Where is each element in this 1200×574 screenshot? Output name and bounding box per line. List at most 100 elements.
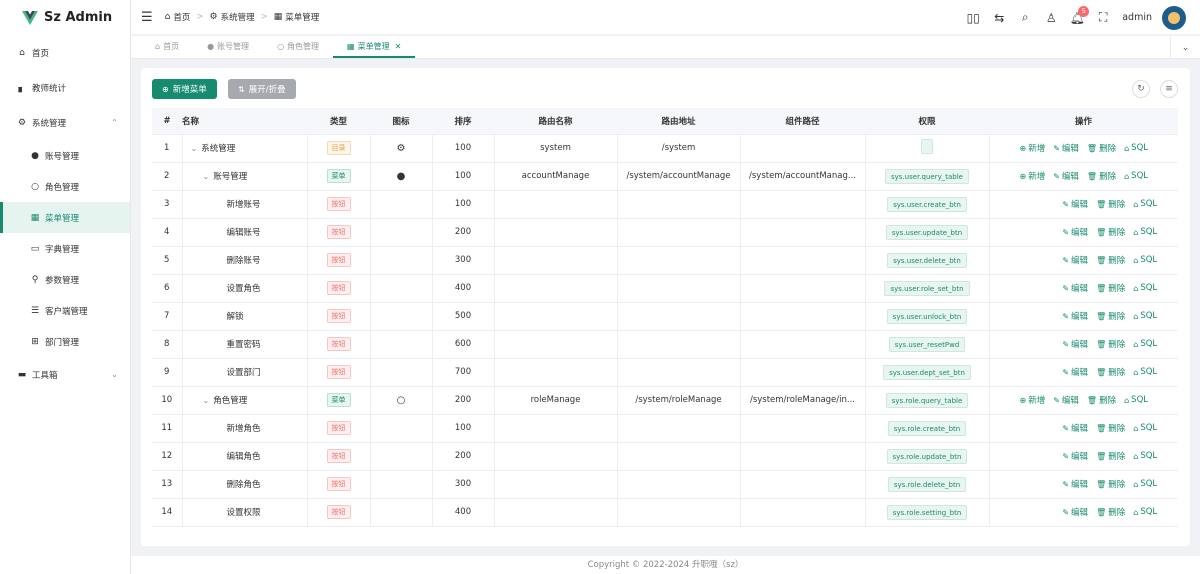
sidebar-item[interactable]: ▖ 教师统计 [0,70,130,105]
edit-button[interactable]: ✎ 编辑 [1062,450,1088,463]
sql-button[interactable]: ⌂ SQL [1133,198,1157,210]
translate-icon[interactable]: ⇆ [986,8,1012,28]
tab-account[interactable]: ● 账号管理 [193,35,263,58]
fullscreen-icon[interactable]: ⛶ [1090,8,1116,28]
sql-button[interactable]: ⌂ SQL [1133,282,1157,294]
sidebar-menu: ⌂ 首页 ▖ 教师统计 ⚙ 系统管理 ⌃ ● 账号管理 ○ 角色管理 ▦ 菜单管理 ▭ 字典管理 ⚲ 参数管理 ☰… [0,35,130,392]
tab-role[interactable]: ○ 角色管理 [263,35,333,58]
sidebar-item[interactable]: ▦ 菜单管理 [0,202,130,233]
chevron-down-icon[interactable]: ⌄ [191,144,198,153]
app-logo[interactable]: Sz Admin [0,0,130,35]
sql-button[interactable]: ⌂ SQL [1133,338,1157,350]
sql-button[interactable]: ⌂ SQL [1133,310,1157,322]
menu-name: 编辑角色 [226,452,261,462]
edit-button[interactable]: ✎ 编辑 [1062,422,1088,435]
permission-tag: sys.user_resetPwd [888,336,966,352]
gear-icon: ⚙ [396,142,406,154]
tab-menu[interactable]: ▦ 菜单管理 ✕ [333,35,416,58]
edit-button[interactable]: ✎ 编辑 [1062,506,1089,519]
sql-button[interactable]: ⌂ SQL [1133,226,1157,238]
cell-index: 8 [152,330,183,359]
menu-name: 解锁 [226,312,244,322]
cell-permission: sys.user.dept_set_btn [865,358,990,387]
action-label: 编辑 [1071,480,1089,490]
add-button[interactable]: ⊕ 新增 [1019,170,1045,183]
cell-sort: 100 [432,414,495,443]
refresh-icon[interactable]: ↻ [1132,80,1150,98]
delete-button[interactable]: 🗑︎ 删除 [1096,506,1125,519]
edit-button[interactable]: ✎ 编辑 [1062,478,1089,491]
menu-name: 设置权限 [226,508,261,518]
sidebar-item[interactable]: ▬ 工具箱 ⌄ [0,357,130,392]
action-label: 编辑 [1071,508,1089,518]
table-row: 14 设置权限 按钮 400 sys.role.setting_btn ✎ 编辑 🗑︎ 删除 ⌂ S… [152,498,1178,527]
cell-sort: 400 [432,274,495,303]
sidebar-item[interactable]: ⊞ 部门管理 [0,326,130,357]
delete-button[interactable]: 🗑︎ 删除 [1096,198,1125,211]
tab-home[interactable]: ⌂ 首页 [141,35,193,58]
delete-button[interactable]: 🗑︎ 删除 [1096,478,1125,491]
delete-button[interactable]: 🗑︎ 删除 [1096,366,1125,379]
edit-button[interactable]: ✎ 编辑 [1062,282,1088,295]
edit-button[interactable]: ✎ 编辑 [1053,142,1079,155]
action-label: 编辑 [1061,396,1079,406]
edit-button[interactable]: ✎ 编辑 [1062,226,1088,239]
sql-button[interactable]: ⌂ SQL [1133,506,1157,518]
delete-button[interactable]: 🗑︎ 删除 [1086,394,1116,407]
delete-button[interactable]: 🗑︎ 删除 [1096,282,1125,295]
breadcrumb-item[interactable]: 系统管理 [221,11,255,23]
expand-collapse-button[interactable]: ⇅ 展开/折叠 [228,79,296,99]
sql-button[interactable]: ⌂ SQL [1133,478,1157,490]
delete-button[interactable]: 🗑︎ 删除 [1096,338,1125,351]
delete-button[interactable]: 🗑︎ 删除 [1096,422,1125,435]
sidebar-item[interactable]: ☰ 客户端管理 [0,295,130,326]
sql-icon: ⌂ [1133,507,1139,517]
sql-button[interactable]: ⌂ SQL [1124,170,1148,182]
sidebar-item[interactable]: ⚙ 系统管理 ⌃ [0,105,130,140]
sql-button[interactable]: ⌂ SQL [1124,394,1148,406]
theme-shirt-icon[interactable]: ♙ [1038,8,1064,28]
sidebar-item[interactable]: ○ 角色管理 [0,171,130,202]
sql-icon: ⌂ [1133,339,1139,349]
avatar[interactable] [1162,5,1186,30]
chevron-down-icon[interactable]: ⌄ [203,396,210,405]
delete-button[interactable]: 🗑︎ 删除 [1086,142,1116,155]
bell-icon[interactable]: 🔔︎ 5 [1064,5,1090,28]
edit-button[interactable]: ✎ 编辑 [1062,366,1088,379]
delete-button[interactable]: 🗑︎ 删除 [1096,226,1125,239]
add-button[interactable]: ⊕ 新增 [1019,142,1045,155]
delete-button[interactable]: 🗑︎ 删除 [1096,450,1125,463]
sql-button[interactable]: ⌂ SQL [1133,450,1157,462]
delete-button[interactable]: 🗑︎ 删除 [1087,170,1116,183]
menu-toggle-icon[interactable]: ☰ [141,10,153,25]
chevron-down-icon[interactable]: ⌄ [1170,36,1200,59]
layout-icon[interactable]: ▯▯ [960,8,986,28]
search-icon[interactable]: ⌕ [1012,8,1038,28]
close-icon[interactable]: ✕ [395,42,402,51]
edit-button[interactable]: ✎ 编辑 [1062,254,1088,267]
edit-button[interactable]: ✎ 编辑 [1062,310,1088,323]
delete-button[interactable]: 🗑︎ 删除 [1096,310,1125,323]
sidebar-item[interactable]: ● 账号管理 [0,140,130,171]
menu-name: 设置部门 [226,368,261,378]
add-button[interactable]: ⊕ 新增 [1019,394,1045,407]
sidebar-item[interactable]: ⌂ 首页 [0,35,130,70]
edit-button[interactable]: ✎ 编辑 [1062,198,1088,211]
sidebar-item[interactable]: ▭ 字典管理 [0,233,130,264]
add-menu-button[interactable]: ⊕ 新增菜单 [152,79,217,99]
breadcrumb-item[interactable]: 首页 [173,11,190,23]
edit-button[interactable]: ✎ 编辑 [1062,338,1088,351]
column-settings-icon[interactable]: ≡ [1160,80,1178,98]
sql-button[interactable]: ⌂ SQL [1124,142,1148,154]
chevron-down-icon[interactable]: ⌄ [203,172,210,181]
username[interactable]: admin [1122,12,1152,23]
edit-button[interactable]: ✎ 编辑 [1053,394,1079,407]
trash-icon: 🗑︎ [1086,395,1098,405]
sql-button[interactable]: ⌂ SQL [1133,254,1157,266]
sidebar-item[interactable]: ⚲ 参数管理 [0,264,130,295]
sql-button[interactable]: ⌂ SQL [1133,422,1157,434]
edit-button[interactable]: ✎ 编辑 [1053,170,1079,183]
sql-button[interactable]: ⌂ SQL [1133,366,1157,378]
delete-button[interactable]: 🗑︎ 删除 [1096,254,1125,267]
trash-icon: 🗑︎ [1086,143,1098,153]
